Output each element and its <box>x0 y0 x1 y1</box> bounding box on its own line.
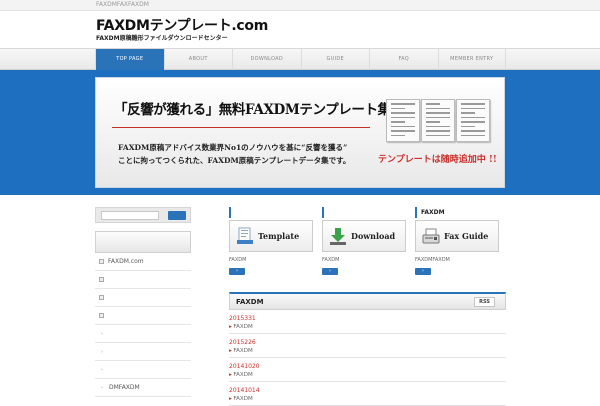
document-icon <box>237 227 253 244</box>
site-logo[interactable]: FAXDMテンプレート.com FAXDM原稿雛形ファイルダウンロードセンター <box>96 19 268 43</box>
more-button[interactable]: › <box>322 268 338 275</box>
main-nav: TOP PAGE ABOUT DOWNLOAD GUIDE FAQ MEMBER… <box>0 48 600 70</box>
hero-divider <box>112 127 370 128</box>
fax-guide-banner[interactable]: Fax Guide <box>415 220 499 252</box>
sidebar-heading <box>95 231 191 253</box>
sidebar-subitem[interactable]: › <box>95 343 191 361</box>
banner-label: Template <box>258 231 300 241</box>
card-caption: FAXDMFAXDM <box>415 257 450 263</box>
card-caption: FAXDM <box>229 257 247 263</box>
square-bullet-icon <box>99 277 104 282</box>
news-date: 20141020 <box>229 363 260 370</box>
card-title: FAXDM <box>415 207 499 218</box>
news-item[interactable]: 2015331 ▸ FAXDM <box>229 310 506 334</box>
news-item[interactable]: 20141014 ▸ FAXDM <box>229 382 506 406</box>
chevron-right-icon: › <box>101 331 103 337</box>
logo-text: FAXDMテンプレート.com <box>96 18 269 34</box>
sidebar-item[interactable] <box>95 271 191 289</box>
news-section: FAXDM RSS 2015331 ▸ FAXDM 2015226 ▸ FAXD… <box>229 292 506 406</box>
more-button[interactable]: › <box>229 268 245 275</box>
download-card: Download FAXDM › <box>322 207 406 275</box>
template-banner[interactable]: Template <box>229 220 313 252</box>
news-date: 20141014 <box>229 387 260 394</box>
news-item[interactable]: 20141020 ▸ FAXDM <box>229 358 506 382</box>
search-input[interactable] <box>101 211 159 220</box>
sidebar-item[interactable] <box>95 289 191 307</box>
nav-guide[interactable]: GUIDE <box>300 49 370 70</box>
news-date: 2015331 <box>229 315 256 322</box>
banner-label: Download <box>351 231 396 241</box>
topbar: FAXDMFAXFAXDM <box>0 0 600 11</box>
download-banner[interactable]: Download <box>322 220 406 252</box>
hero-text-line-1: FAXDM原稿アドバイス数業界No1のノウハウを基に“反響を獲る” <box>118 143 348 152</box>
news-date: 2015226 <box>229 339 256 346</box>
sidebar-item[interactable]: FAXDM.com <box>95 253 191 271</box>
more-button[interactable]: › <box>415 268 431 275</box>
hero-banner[interactable]: 「反響が獲れる」無料FAXDMテンプレート集 FAXDM原稿アドバイス数業界No… <box>95 77 505 188</box>
news-category: ▸ FAXDM <box>229 324 253 330</box>
banner-label: Fax Guide <box>444 231 489 241</box>
card-caption: FAXDM <box>322 257 340 263</box>
nav-about[interactable]: ABOUT <box>163 49 233 70</box>
sidebar-subitem[interactable]: › <box>95 361 191 379</box>
template-sample-image <box>456 99 490 142</box>
nav-download[interactable]: DOWNLOAD <box>232 49 301 70</box>
chevron-right-icon: › <box>101 385 103 391</box>
hero-adding-notice: テンプレートは随時追加中 !! <box>378 155 497 165</box>
fax-machine-icon <box>422 228 440 244</box>
news-category: ▸ FAXDM <box>229 372 253 378</box>
square-bullet-icon <box>99 259 104 264</box>
sidebar-subitem[interactable]: › <box>95 325 191 343</box>
header: FAXDMテンプレート.com FAXDM原稿雛形ファイルダウンロードセンター <box>0 11 600 48</box>
card-title <box>322 207 406 218</box>
nav-member-entry[interactable]: MEMBER ENTRY <box>437 49 506 70</box>
search-button[interactable] <box>168 211 186 220</box>
template-sample-image <box>386 99 420 142</box>
news-title: FAXDM <box>236 298 264 306</box>
nav-faq[interactable]: FAQ <box>369 49 438 70</box>
fax-guide-card: FAXDM Fax Guide FAXDMFAXDM › <box>415 207 499 275</box>
square-bullet-icon <box>99 295 104 300</box>
logo-tagline: FAXDM原稿雛形ファイルダウンロードセンター <box>96 35 228 42</box>
chevron-right-icon: › <box>101 349 103 355</box>
nav-top-page[interactable]: TOP PAGE <box>95 49 164 70</box>
sidebar-subitem[interactable]: › DMFAXDM <box>95 379 191 397</box>
news-item[interactable]: 2015226 ▸ FAXDM <box>229 334 506 358</box>
topbar-text: FAXDMFAXFAXDM <box>96 1 149 8</box>
sidebar-item[interactable] <box>95 307 191 325</box>
template-card: Template FAXDM › <box>229 207 313 275</box>
rss-button[interactable]: RSS <box>474 297 495 307</box>
news-category: ▸ FAXDM <box>229 348 253 354</box>
template-sample-image <box>421 99 455 142</box>
hero-text-line-2: ことに拘ってつくられた、FAXDM原稿テンプレートデータ集です。 <box>118 156 351 165</box>
sidebar: FAXDM.com › › › › DMFAXDM <box>95 207 191 397</box>
news-header: FAXDM RSS <box>229 292 506 310</box>
card-title <box>229 207 313 218</box>
hero-headline: 「反響が獲れる」無料FAXDMテンプレート集 <box>114 102 391 118</box>
download-icon <box>330 228 346 245</box>
square-bullet-icon <box>99 313 104 318</box>
search-box <box>95 207 191 223</box>
chevron-right-icon: › <box>101 367 103 373</box>
